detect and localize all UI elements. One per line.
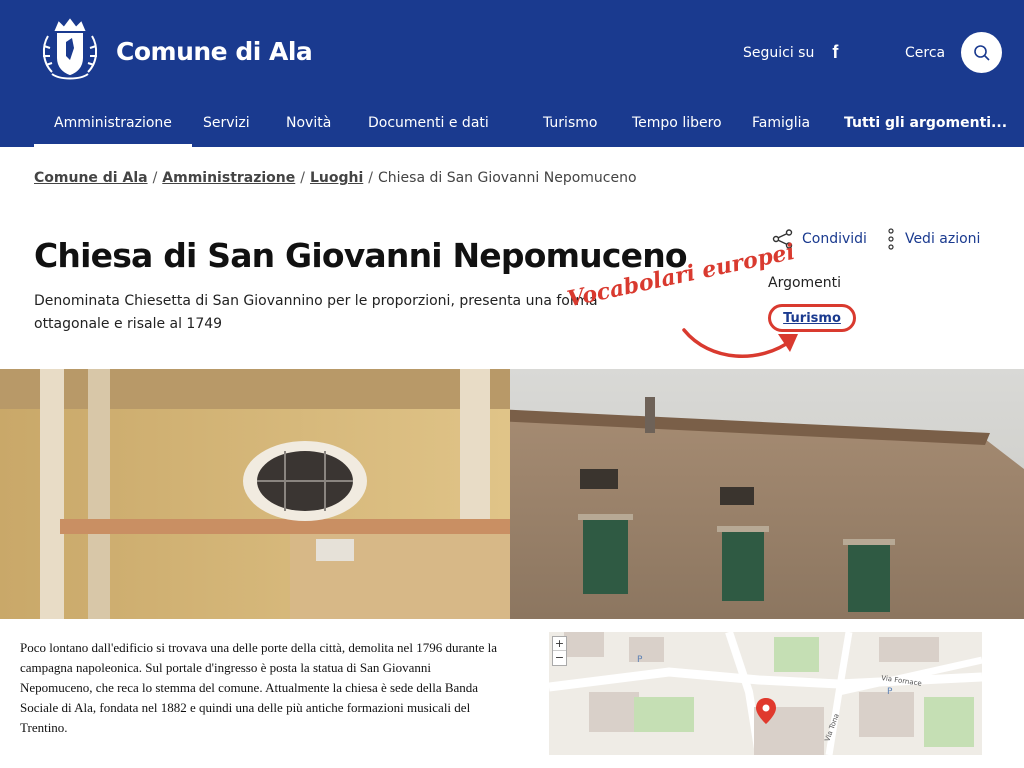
breadcrumb-separator: / xyxy=(152,170,158,186)
zoom-out-button[interactable]: − xyxy=(553,651,566,665)
nav-item-documenti-e-dati[interactable]: Documenti e dati xyxy=(348,103,509,147)
more-actions-button[interactable]: Vedi azioni xyxy=(885,227,980,251)
nav-item-servizi[interactable]: Servizi xyxy=(183,103,270,147)
crest-logo xyxy=(42,18,98,80)
brand[interactable]: Comune di Ala xyxy=(36,16,313,86)
zoom-in-button[interactable]: + xyxy=(553,637,566,651)
breadcrumb: Comune di Ala / Amministrazione / Luoghi / Chi… xyxy=(34,170,637,186)
search-icon xyxy=(973,44,990,61)
breadcrumb-link-home[interactable]: Comune di Ala xyxy=(34,170,148,186)
page-title: Chiesa di San Giovanni Nepomuceno xyxy=(34,236,688,275)
nav-item-tempo-libero[interactable]: Tempo libero xyxy=(612,103,742,147)
location-map[interactable]: Via Fornace Via Tona P P + − xyxy=(549,632,982,755)
brand-name[interactable]: Comune di Ala xyxy=(116,37,313,66)
facebook-icon[interactable]: f xyxy=(832,42,838,63)
more-vertical-icon xyxy=(888,228,894,250)
description-text: Poco lontano dall'edificio si trovava un… xyxy=(20,640,498,735)
breadcrumb-link-luoghi[interactable]: Luoghi xyxy=(310,170,363,186)
search-area[interactable]: Cerca xyxy=(905,32,1003,73)
follow-label: Seguici su xyxy=(743,44,815,61)
map-zoom-controls: + − xyxy=(552,636,567,666)
nav-item-famiglia[interactable]: Famiglia xyxy=(732,103,830,147)
more-actions-label[interactable]: Vedi azioni xyxy=(905,231,980,247)
map-parking-label: P xyxy=(637,655,643,665)
social-links: Seguici su f xyxy=(743,42,838,63)
annotation-arrow xyxy=(682,328,798,358)
nav-item-turismo[interactable]: Turismo xyxy=(523,103,617,147)
nav-item-tutti-gli-argomenti[interactable]: Tutti gli argomenti... xyxy=(824,103,1024,147)
hero-image xyxy=(0,369,1024,619)
breadcrumb-separator: / xyxy=(300,170,305,186)
breadcrumb-current: Chiesa di San Giovanni Nepomuceno xyxy=(378,170,637,186)
nav-item-amministrazione[interactable]: Amministrazione xyxy=(34,103,192,147)
search-button[interactable] xyxy=(961,32,1003,73)
search-label[interactable]: Cerca xyxy=(905,45,945,61)
site-header: Comune di Ala Seguici su f Cerca Amminis… xyxy=(0,0,1024,147)
map-tiles: Via Fornace Via Tona P P xyxy=(549,632,982,755)
share-label[interactable]: Condividi xyxy=(802,231,867,247)
breadcrumb-link-amministrazione[interactable]: Amministrazione xyxy=(162,170,295,186)
nav-item-novita[interactable]: Novità xyxy=(266,103,351,147)
map-parking-label: P xyxy=(887,687,893,697)
topics-label: Argomenti xyxy=(768,275,842,291)
church-photo xyxy=(0,369,1024,619)
breadcrumb-separator: / xyxy=(368,170,373,186)
page-actions: Condividi Vedi azioni xyxy=(772,227,998,251)
